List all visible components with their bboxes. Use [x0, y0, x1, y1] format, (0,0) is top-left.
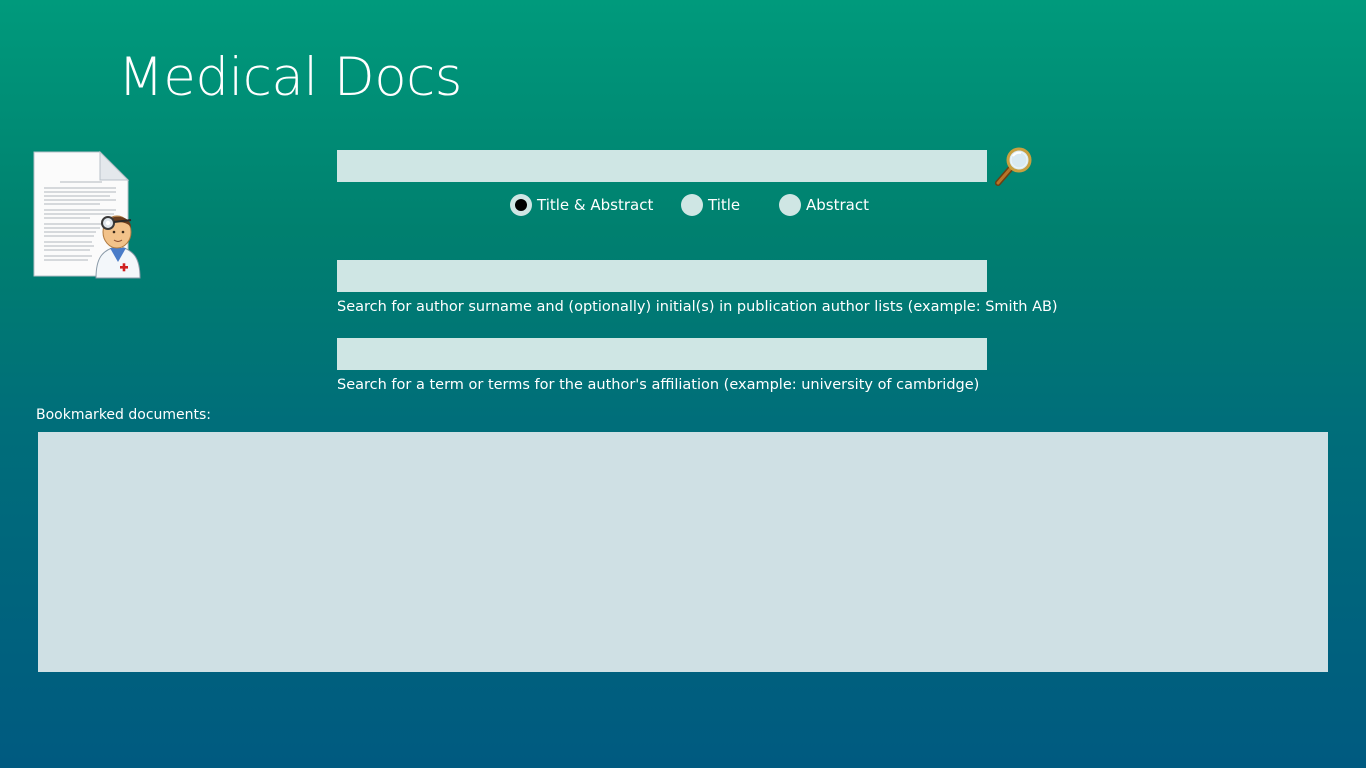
magnifier-icon [995, 147, 1032, 186]
author-search-input[interactable] [337, 260, 987, 292]
bookmarked-documents-list[interactable] [38, 432, 1328, 672]
radio-button[interactable] [681, 194, 703, 216]
radio-title[interactable]: Title [681, 193, 740, 217]
search-button[interactable] [993, 146, 1033, 186]
search-scope-radio-group: Title & Abstract Title Abstract [0, 193, 1366, 217]
radio-button[interactable] [779, 194, 801, 216]
radio-abstract[interactable]: Abstract [779, 193, 869, 217]
app-title: Medical Docs [118, 47, 462, 108]
affiliation-search-hint: Search for a term or terms for the autho… [337, 377, 980, 393]
radio-label-title: Title [708, 196, 741, 214]
affiliation-search-input[interactable] [337, 338, 987, 370]
radio-title-abstract[interactable]: Title & Abstract [510, 193, 653, 217]
bookmarks-label: Bookmarked documents: [36, 407, 212, 423]
radio-button-checked[interactable] [510, 194, 532, 216]
radio-label-title-abstract: Title & Abstract [537, 196, 654, 214]
radio-label-abstract: Abstract [806, 196, 869, 214]
author-search-hint: Search for author surname and (optionall… [337, 299, 1058, 315]
search-query-input[interactable] [337, 150, 987, 182]
